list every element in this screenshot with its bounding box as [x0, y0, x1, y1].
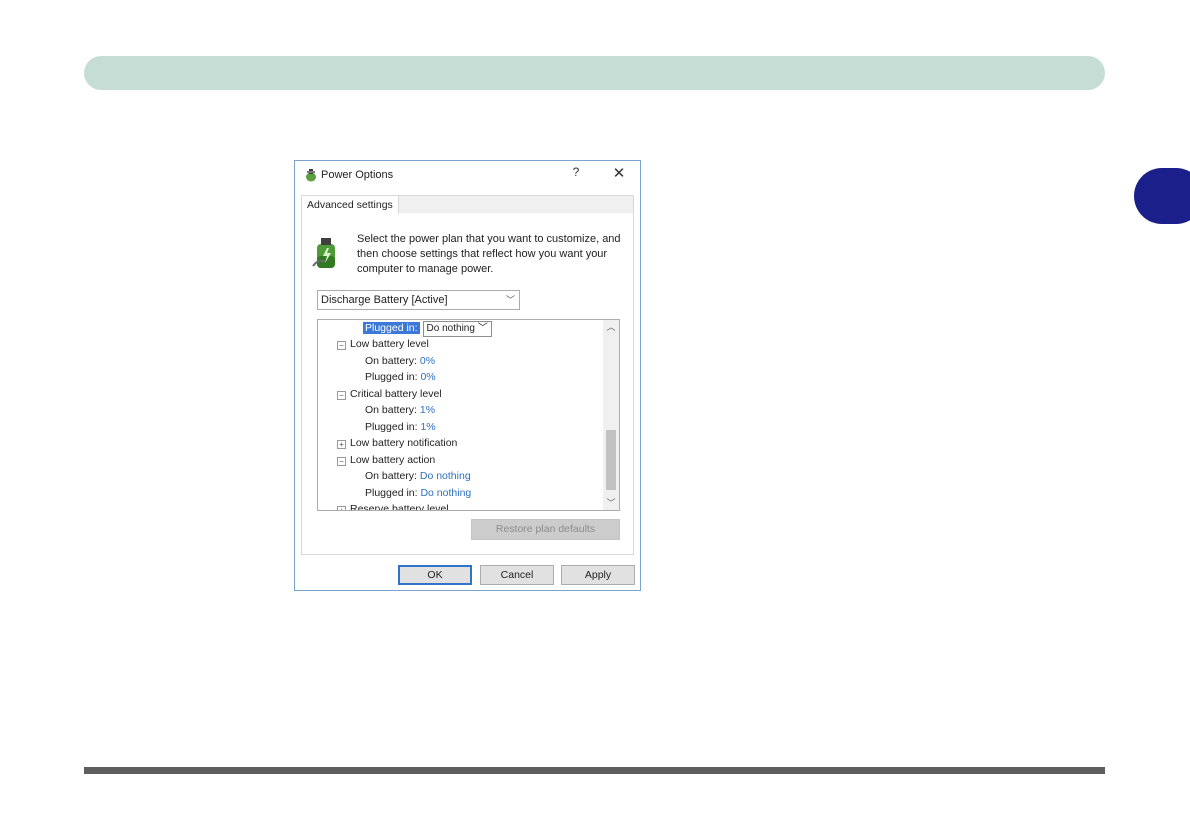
row-value[interactable]: Do nothing [420, 470, 471, 482]
group-label: Reserve battery level [350, 503, 449, 511]
tree-group-low-battery-notification[interactable]: + Low battery notification [337, 435, 457, 451]
tree-row-critical-plugged-in[interactable]: Plugged in: 1% [365, 419, 436, 435]
plugged-in-label-selected[interactable]: Plugged in: [363, 322, 420, 334]
tree-group-reserve-battery-level[interactable]: + Reserve battery level [337, 501, 449, 511]
power-plan-select[interactable]: Discharge Battery [Active] ﹀ [317, 290, 520, 310]
row-label: Plugged in: [365, 371, 418, 383]
row-label: On battery: [365, 470, 417, 482]
help-button[interactable]: ? [569, 165, 583, 183]
chevron-down-icon: ﹀ [505, 295, 515, 305]
dialog-title: Power Options [321, 169, 394, 181]
group-label: Low battery level [350, 338, 429, 350]
group-label: Critical battery level [350, 388, 442, 400]
collapse-icon[interactable]: − [337, 457, 346, 466]
tree-row-low-level-plugged-in[interactable]: Plugged in: 0% [365, 369, 436, 385]
ok-button[interactable]: OK [398, 565, 472, 585]
apply-button[interactable]: Apply [561, 565, 635, 585]
row-value[interactable]: 1% [420, 421, 435, 433]
title-bar: Power Options ? ✕ [295, 161, 640, 189]
close-button[interactable]: ✕ [610, 164, 628, 184]
tree-row-top-plugged-in: Plugged in: Do nothing ﹀ [363, 320, 492, 337]
expand-icon[interactable]: + [337, 440, 346, 449]
row-value[interactable]: 0% [420, 371, 435, 383]
tab-advanced-settings[interactable]: Advanced settings [301, 195, 399, 214]
power-options-dialog: Power Options ? ✕ Advanced settings Sele… [294, 160, 641, 591]
power-plan-value: Discharge Battery [Active] [321, 294, 448, 306]
plugged-in-action-value: Do nothing [426, 323, 475, 334]
intro-text: Select the power plan that you want to c… [357, 233, 621, 275]
tree-group-critical-battery-level[interactable]: − Critical battery level [337, 386, 442, 402]
cancel-button[interactable]: Cancel [480, 565, 554, 585]
page-footer-rule [84, 767, 1105, 774]
chapter-tab [1134, 168, 1190, 224]
scrollbar-thumb[interactable] [606, 430, 616, 490]
group-label: Low battery notification [350, 437, 458, 449]
restore-plan-defaults-button[interactable]: Restore plan defaults [471, 519, 620, 540]
tree-group-low-battery-level[interactable]: − Low battery level [337, 336, 429, 352]
power-options-icon [306, 169, 316, 182]
tree-row-action-on-battery[interactable]: On battery: Do nothing [365, 468, 471, 484]
settings-tree: Plugged in: Do nothing ﹀ − Low battery lev… [317, 319, 620, 511]
row-label: On battery: [365, 355, 417, 367]
expand-icon[interactable]: + [337, 506, 346, 510]
scroll-down-arrow-icon[interactable]: ﹀ [603, 496, 619, 510]
collapse-icon[interactable]: − [337, 391, 346, 400]
scroll-up-arrow-icon[interactable]: ︿ [603, 320, 619, 334]
tree-row-critical-on-battery[interactable]: On battery: 1% [365, 402, 435, 418]
row-label: On battery: [365, 404, 417, 416]
group-label: Low battery action [350, 454, 436, 466]
row-value[interactable]: Do nothing [420, 487, 471, 499]
row-label: Plugged in: [365, 421, 418, 433]
battery-plan-icon [312, 238, 335, 268]
chevron-down-icon: ﹀ [477, 323, 488, 334]
row-value[interactable]: 0% [420, 355, 435, 367]
row-value[interactable]: 1% [420, 404, 435, 416]
tree-group-low-battery-action[interactable]: − Low battery action [337, 452, 435, 468]
plugged-in-action-select[interactable]: Do nothing ﹀ [422, 321, 492, 337]
tree-row-low-level-on-battery[interactable]: On battery: 0% [365, 353, 435, 369]
page-header-band [84, 56, 1105, 90]
collapse-icon[interactable]: − [337, 341, 346, 350]
row-label: Plugged in: [365, 487, 418, 499]
tree-row-action-plugged-in[interactable]: Plugged in: Do nothing [365, 485, 471, 501]
